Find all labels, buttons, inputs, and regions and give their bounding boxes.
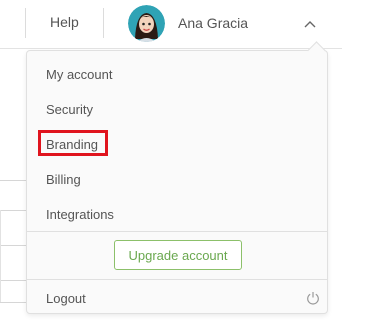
logout-link[interactable]: Logout	[46, 291, 86, 306]
background-border	[0, 210, 1, 302]
menu-item-security[interactable]: Security	[46, 102, 93, 118]
menu-item-billing[interactable]: Billing	[46, 172, 81, 188]
account-dropdown-menu: My account Security Branding Billing Int…	[26, 41, 328, 314]
topbar-separator	[25, 8, 26, 38]
background-divider	[0, 180, 26, 181]
chevron-up-icon[interactable]	[303, 19, 317, 29]
menu-item-integrations[interactable]: Integrations	[46, 207, 114, 223]
help-link[interactable]: Help	[50, 14, 79, 30]
avatar-image-icon	[128, 5, 165, 42]
menu-item-branding[interactable]: Branding	[46, 137, 98, 153]
top-bar: Help Ana Gracia	[0, 0, 342, 49]
background-divider	[0, 302, 26, 303]
background-divider	[0, 210, 26, 211]
right-margin	[342, 0, 389, 326]
topbar-separator	[103, 8, 104, 38]
user-name[interactable]: Ana Gracia	[178, 15, 248, 31]
background-divider	[0, 280, 26, 281]
power-icon[interactable]	[306, 291, 320, 305]
menu-item-my-account[interactable]: My account	[46, 67, 112, 83]
avatar[interactable]	[128, 5, 165, 42]
upgrade-account-button[interactable]: Upgrade account	[114, 240, 242, 270]
menu-divider	[27, 279, 327, 280]
menu-divider	[27, 231, 327, 232]
background-divider	[0, 245, 26, 246]
